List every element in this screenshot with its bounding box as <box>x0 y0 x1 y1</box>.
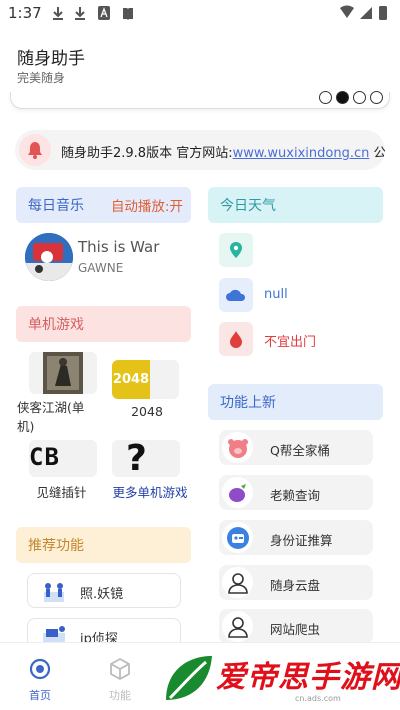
weather-row-advice: 不宜出门 <box>219 322 359 358</box>
weather-header-title: 今日天气 <box>220 198 276 214</box>
function-item-cloud[interactable]: 随身云盘 <box>219 565 373 600</box>
games-header-title: 单机游戏 <box>28 317 84 333</box>
game-label: 见缝插针 <box>36 485 87 500</box>
status-time: 1:37 <box>8 4 42 22</box>
song-artist: GAWNE <box>78 261 124 275</box>
more-games-link[interactable]: 更多单机游戏 <box>108 482 192 501</box>
album-cover[interactable] <box>25 233 73 281</box>
tab-functions[interactable]: 功能 <box>100 657 140 703</box>
banner-carousel[interactable] <box>10 91 390 109</box>
carousel-dot[interactable] <box>319 91 332 104</box>
notice-text-after: 公告 <box>373 146 386 161</box>
games-section-header: 单机游戏 <box>16 306 191 342</box>
pig-icon <box>222 432 253 463</box>
status-bar: 1:37 <box>0 0 400 28</box>
home-target-icon <box>29 658 51 680</box>
weather-advice-text: 不宜出门 <box>264 335 317 350</box>
tab-home[interactable]: 首页 <box>20 657 60 703</box>
game-item-2048[interactable]: 2048 2048 <box>112 360 182 420</box>
person-icon <box>222 567 253 598</box>
app-bar: 随身助手 完美随身 <box>0 28 400 92</box>
function-item-laolai[interactable]: 老赖查询 <box>219 475 373 510</box>
download-icon <box>75 7 85 20</box>
carousel-dot[interactable] <box>370 91 383 104</box>
function-item-crawler[interactable]: 网站爬虫 <box>219 609 373 644</box>
font-icon <box>98 6 110 20</box>
eggplant-icon <box>222 477 253 508</box>
music-header-title: 每日音乐 <box>28 198 84 214</box>
book-icon <box>123 8 133 20</box>
game-item-needle[interactable]: CB 见缝插针 <box>29 440 99 500</box>
bell-icon <box>19 134 51 166</box>
song-title: This is War <box>78 238 160 256</box>
function-item-qbang[interactable]: Q帮全家桶 <box>219 430 373 465</box>
cube-icon <box>110 657 130 681</box>
autoplay-toggle[interactable]: 自动播放:开 <box>111 195 183 215</box>
site-watermark: 爱帝思手游网 cn.ads.com <box>160 650 400 708</box>
game-label: 2048 <box>131 404 163 419</box>
recommend-label: 照.妖镜 <box>80 587 124 602</box>
recommend-item-mirror[interactable]: 照.妖镜 <box>27 573 181 608</box>
2048-tile: 2048 <box>112 360 150 399</box>
function-item-idcard[interactable]: 身份证推算 <box>219 520 373 555</box>
app-title: 随身助手 <box>17 49 85 69</box>
function-label: 随身云盘 <box>270 578 321 593</box>
game-thumb-xiake <box>29 352 97 394</box>
leaf-logo-icon <box>166 656 212 700</box>
id-card-icon <box>222 522 253 553</box>
website-link[interactable]: www.wuxixindong.cn <box>233 146 370 161</box>
carousel-indicator <box>319 91 383 104</box>
cloud-icon <box>219 278 253 312</box>
game-thumb-needle: CB <box>29 440 97 477</box>
function-label: 网站爬虫 <box>270 622 321 637</box>
download-icon <box>53 7 63 20</box>
function-label: Q帮全家桶 <box>270 443 330 458</box>
person-icon <box>222 611 253 642</box>
weather-row-condition: null <box>219 278 359 314</box>
recommend-header-title: 推荐功能 <box>28 538 84 554</box>
people-illustration-icon <box>44 583 64 602</box>
weather-row-location <box>219 233 359 269</box>
wifi-battery-icon <box>340 5 387 20</box>
carousel-dot[interactable] <box>353 91 366 104</box>
game-item-more[interactable]: ? 更多单机游戏 <box>108 440 192 500</box>
tab-home-label: 首页 <box>29 689 51 702</box>
function-label: 老赖查询 <box>270 488 321 503</box>
watermark-subtext: cn.ads.com <box>295 694 341 703</box>
watermark-text: 爱帝思手游网 <box>216 660 400 695</box>
notice-text-before: 随身助手2.9.8版本 官方网站: <box>61 146 233 161</box>
game-item-xiake[interactable]: 侠客江湖(单机) <box>17 352 102 434</box>
carousel-dot-active[interactable] <box>336 91 349 104</box>
status-icons <box>338 5 390 25</box>
game-thumb-2048: 2048 <box>112 360 179 399</box>
more-games-thumb: ? <box>112 440 180 477</box>
recommend-section-header: 推荐功能 <box>16 527 191 563</box>
functions-section-header: 功能上新 <box>208 384 383 420</box>
functions-header-title: 功能上新 <box>220 395 276 411</box>
question-icon: ? <box>126 440 147 477</box>
game-label: 侠客江湖(单机) <box>17 400 85 434</box>
music-section-header: 每日音乐 自动播放:开 <box>16 187 191 223</box>
notice-bar[interactable]: 随身助手2.9.8版本 官方网站:www.wuxixindong.cn 公告 <box>15 130 385 170</box>
location-icon <box>219 233 253 267</box>
function-label: 身份证推算 <box>270 533 333 548</box>
weather-condition-text: null <box>264 287 288 302</box>
drop-icon <box>219 322 253 356</box>
needle-logo-text: CB <box>29 443 60 471</box>
tab-functions-label: 功能 <box>109 689 131 702</box>
app-subtitle: 完美随身 <box>17 71 66 85</box>
weather-section-header: 今日天气 <box>208 187 383 223</box>
notice-text: 随身助手2.9.8版本 官方网站:www.wuxixindong.cn 公告 <box>61 142 385 161</box>
